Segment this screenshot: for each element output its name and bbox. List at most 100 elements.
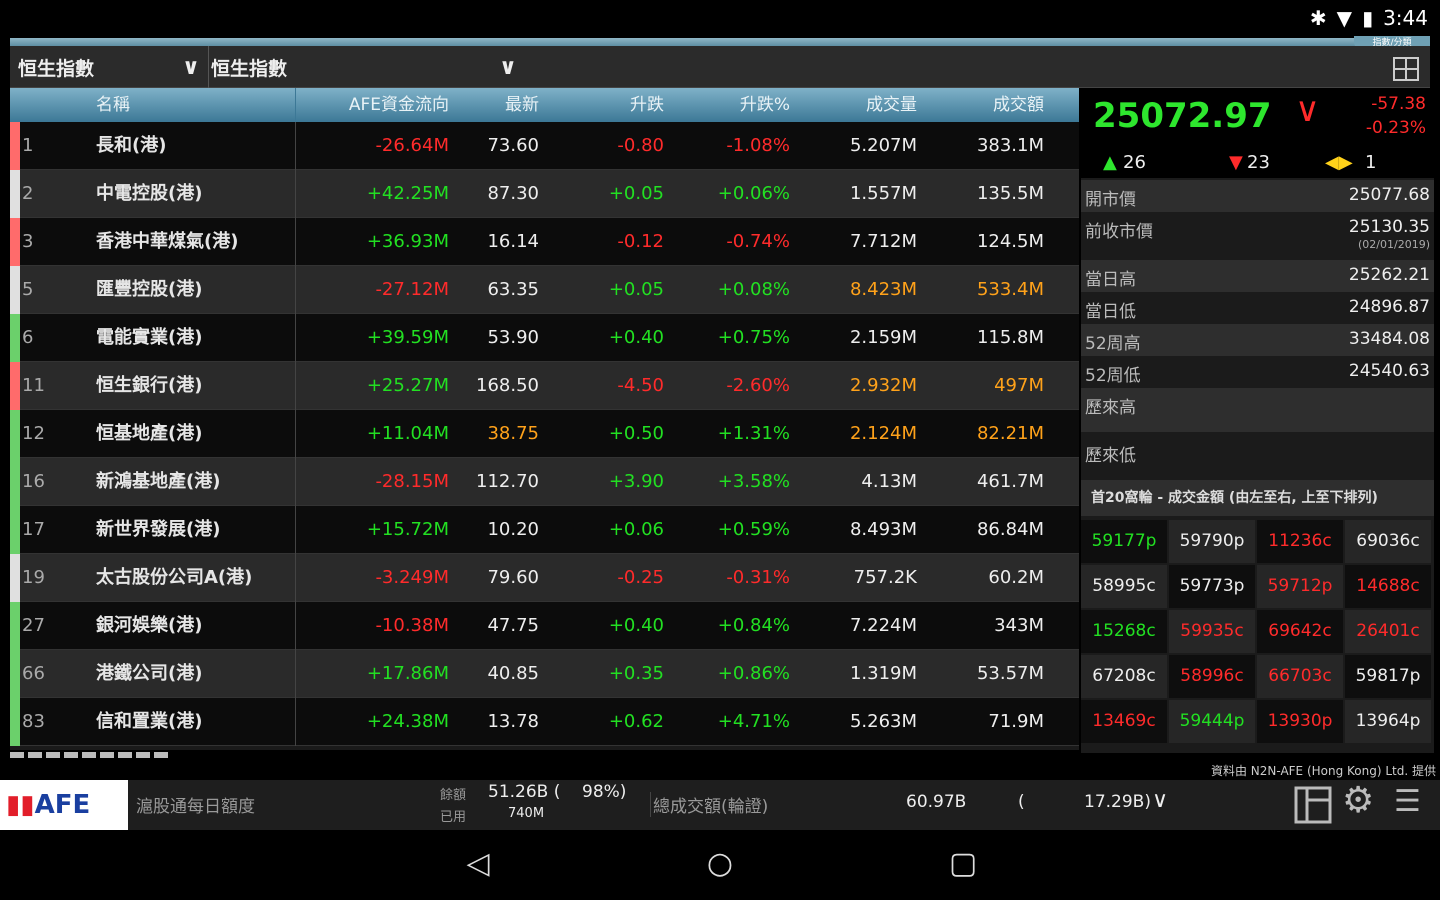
- stock-name: 太古股份公司A(港): [82, 553, 296, 602]
- stat-value: 25130.35: [1348, 217, 1430, 237]
- turnover: 124.5M: [976, 231, 1044, 252]
- column-header-last[interactable]: 最新: [449, 88, 539, 122]
- table-row[interactable]: 16 新鴻基地產(港) -28.15M 112.70 +3.90 +3.58% 4.13M 4…: [10, 457, 1079, 506]
- price-change-pct: -1.08%: [726, 135, 790, 156]
- column-header-afe[interactable]: AFE資金流向: [296, 88, 449, 122]
- stat-date: (02/01/2019): [1358, 238, 1430, 251]
- stat-value: 24896.87: [1348, 297, 1430, 317]
- table-row[interactable]: 66 港鐵公司(港) +17.86M 40.85 +0.35 +0.86% 1.319M 53…: [10, 649, 1079, 698]
- column-header-name[interactable]: 名稱: [82, 88, 296, 122]
- afe-flow: +11.04M: [366, 423, 449, 444]
- grid-view-icon[interactable]: [1392, 56, 1420, 82]
- total-turnover: 60.97B: [906, 792, 967, 812]
- warrant-cell[interactable]: 13930p: [1257, 700, 1343, 743]
- warrant-cell[interactable]: 59444p: [1169, 700, 1255, 743]
- constituent-selector[interactable]: 恒生指數 ∨: [208, 46, 548, 88]
- back-icon[interactable]: ◁: [458, 846, 498, 886]
- trend-marker: [10, 265, 20, 314]
- warrant-cell[interactable]: 13469c: [1081, 700, 1167, 743]
- trend-marker: [10, 409, 20, 458]
- table-row[interactable]: 5 匯豐控股(港) -27.12M 63.35 +0.05 +0.08% 8.423M 533…: [10, 265, 1079, 314]
- volume: 5.207M: [849, 135, 917, 156]
- top-strip: 指數/分類: [10, 36, 1430, 50]
- warrant-cell[interactable]: 13964p: [1345, 700, 1431, 743]
- afe-flow: -27.12M: [375, 279, 449, 300]
- layout-icon[interactable]: [1294, 786, 1332, 824]
- table-row[interactable]: 12 恒基地產(港) +11.04M 38.75 +0.50 +1.31% 2.124M 82…: [10, 409, 1079, 458]
- stock-code: 83: [22, 711, 45, 732]
- warrant-cell[interactable]: 58995c: [1081, 565, 1167, 608]
- gear-icon[interactable]: ⚙: [1342, 780, 1374, 821]
- stat-row: 開市價 25077.68: [1081, 180, 1434, 212]
- stock-code: 66: [22, 663, 45, 684]
- stat-label: 開市價: [1085, 190, 1136, 210]
- warrant-cell[interactable]: 59817p: [1345, 655, 1431, 698]
- price-change: -0.80: [617, 135, 664, 156]
- stat-label: 歷來低: [1085, 446, 1136, 466]
- last-price: 38.75: [487, 423, 539, 444]
- chevron-down-icon: ∨: [182, 54, 200, 80]
- recents-icon[interactable]: ▢: [943, 846, 983, 886]
- stat-row: 52周低 24540.63: [1081, 356, 1434, 388]
- stat-value: 25077.68: [1348, 185, 1430, 205]
- stat-label: 當日高: [1085, 270, 1136, 290]
- warrant-cell[interactable]: 26401c: [1345, 610, 1431, 653]
- price-change-pct: -0.74%: [726, 231, 790, 252]
- stock-name: 港鐵公司(港): [82, 649, 296, 698]
- last-price: 63.35: [487, 279, 539, 300]
- warrant-cell[interactable]: 59790p: [1169, 520, 1255, 563]
- index-selector[interactable]: 恒生指數 ∨: [18, 46, 208, 88]
- table-row[interactable]: 27 銀河娛樂(港) -10.38M 47.75 +0.40 +0.84% 7.224M 34…: [10, 601, 1079, 650]
- column-header-turnover[interactable]: 成交額: [917, 88, 1044, 122]
- constituent-selector-label: 恒生指數: [211, 57, 288, 80]
- price-change-pct: +0.06%: [717, 183, 790, 204]
- table-row[interactable]: 6 電能實業(港) +39.59M 53.90 +0.40 +0.75% 2.159M 115…: [10, 313, 1079, 362]
- column-header-volume[interactable]: 成交量: [790, 88, 917, 122]
- used-label: 已用: [440, 810, 467, 825]
- table-row[interactable]: 3 香港中華煤氣(港) +36.93M 16.14 -0.12 -0.74% 7.712M 1…: [10, 217, 1079, 266]
- warrant-cell[interactable]: 14688c: [1345, 565, 1431, 608]
- signal-icon: ☰: [1394, 784, 1421, 819]
- warrant-cell[interactable]: 58996c: [1169, 655, 1255, 698]
- table-row[interactable]: 17 新世界發展(港) +15.72M 10.20 +0.06 +0.59% 8.493M 8…: [10, 505, 1079, 554]
- warrant-cell[interactable]: 67208c: [1081, 655, 1167, 698]
- warrant-cell[interactable]: 59712p: [1257, 565, 1343, 608]
- price-change: -0.25: [617, 567, 664, 588]
- stock-name: 長和(港): [82, 121, 296, 170]
- chevron-down-icon[interactable]: ∨: [1152, 788, 1168, 813]
- price-change: +0.62: [608, 711, 664, 732]
- price-change: -0.12: [617, 231, 664, 252]
- column-header-change[interactable]: 升跌: [539, 88, 664, 122]
- warrant-cell[interactable]: 59177p: [1081, 520, 1167, 563]
- column-header-change-pct[interactable]: 升跌%: [664, 88, 790, 122]
- table-row[interactable]: 11 恒生銀行(港) +25.27M 168.50 -4.50 -2.60% 2.932M 4…: [10, 361, 1079, 410]
- unchanged-icon: ◀▶: [1325, 152, 1353, 173]
- volume: 1.319M: [849, 663, 917, 684]
- index-panel: 25072.97 ∨ -57.38 -0.23% ▲ 26 ▼ 23 ◀▶ 1 …: [1081, 88, 1434, 753]
- bluetooth-icon: ✱: [1309, 6, 1327, 30]
- warrant-cell[interactable]: 59773p: [1169, 565, 1255, 608]
- table-row[interactable]: 19 太古股份公司A(港) -3.249M 79.60 -0.25 -0.31% 757.2…: [10, 553, 1079, 602]
- warrant-cell[interactable]: 15268c: [1081, 610, 1167, 653]
- warrant-cell[interactable]: 59935c: [1169, 610, 1255, 653]
- home-icon[interactable]: ○: [700, 846, 740, 886]
- warrant-cell[interactable]: 69642c: [1257, 610, 1343, 653]
- stat-row: 歷來低: [1081, 436, 1434, 480]
- stat-row: 當日低 24896.87: [1081, 292, 1434, 324]
- turnover: 60.2M: [988, 567, 1044, 588]
- price-change: +0.05: [608, 183, 664, 204]
- stock-code: 6: [22, 327, 34, 348]
- quota-balance-pct: 98%): [582, 782, 627, 802]
- table-row[interactable]: 2 中電控股(港) +42.25M 87.30 +0.05 +0.06% 1.557M 135…: [10, 169, 1079, 218]
- warrant-cell[interactable]: 69036c: [1345, 520, 1431, 563]
- stat-label: 52周低: [1085, 366, 1141, 386]
- price-change-pct: +0.84%: [717, 615, 790, 636]
- price-change: +0.35: [608, 663, 664, 684]
- table-row[interactable]: 83 信和置業(港) +24.38M 13.78 +0.62 +4.71% 5.263M 71…: [10, 697, 1079, 746]
- warrant-cell[interactable]: 11236c: [1257, 520, 1343, 563]
- afe-flow: +17.86M: [366, 663, 449, 684]
- table-row[interactable]: 1 長和(港) -26.64M 73.60 -0.80 -1.08% 5.207M 383.1…: [10, 121, 1079, 170]
- price-change-pct: +3.58%: [717, 471, 790, 492]
- warrant-cell[interactable]: 66703c: [1257, 655, 1343, 698]
- android-nav-bar: ◁ ○ ▢: [0, 830, 1440, 900]
